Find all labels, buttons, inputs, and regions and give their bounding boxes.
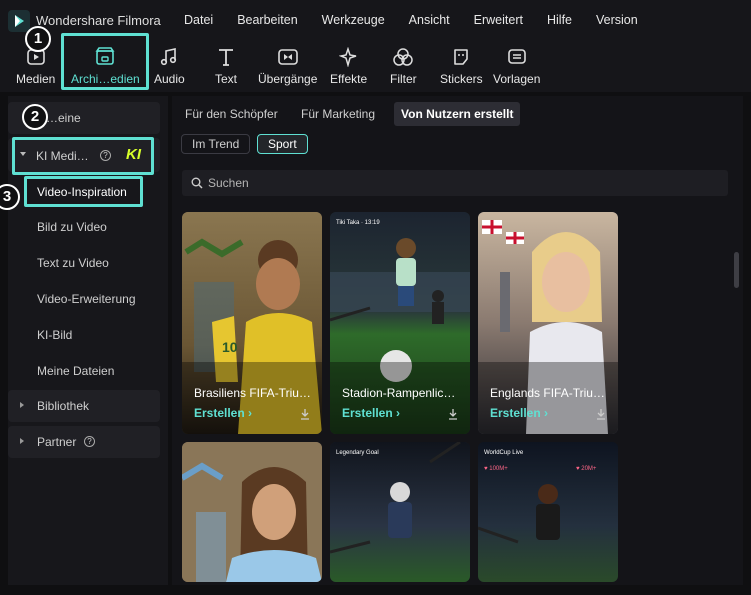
sidebar-item-label: Partner <box>37 435 77 449</box>
sidebar-item-partner[interactable]: Partner ? <box>8 426 160 458</box>
menu-werkzeuge[interactable]: Werkzeuge <box>322 13 385 27</box>
template-card[interactable]: Legendary Goal <box>330 442 470 582</box>
search-input[interactable] <box>208 170 708 196</box>
tool-label: Übergänge <box>258 72 318 86</box>
download-icon[interactable] <box>300 408 310 420</box>
search-bar <box>182 170 728 196</box>
tool-label: Text <box>215 72 238 86</box>
step-number-1: 1 <box>25 26 51 52</box>
menu-bar: Datei Bearbeiten Werkzeuge Ansicht Erwei… <box>184 13 662 27</box>
tool-effekte[interactable]: Effekte <box>330 46 367 90</box>
highlight-video-inspiration <box>24 176 143 207</box>
menu-datei[interactable]: Datei <box>184 13 213 27</box>
app-title: Wondershare Filmora <box>36 13 161 28</box>
tool-label: Vorlagen <box>493 72 541 86</box>
menu-ansicht[interactable]: Ansicht <box>409 13 450 27</box>
download-icon[interactable] <box>448 408 458 420</box>
card-thumbnail <box>478 212 618 434</box>
create-button[interactable]: Erstellen › <box>342 406 400 420</box>
step-number-2: 2 <box>22 104 48 130</box>
sidebar-item-label: …eine <box>46 111 81 125</box>
sidebar-item-video-erweiterung[interactable]: Video-Erweiterung <box>8 283 160 315</box>
sidebar-item-meine-dateien[interactable]: Meine Dateien <box>8 355 160 387</box>
card-title: Englands FIFA-Triu… <box>490 386 605 400</box>
template-card[interactable]: Englands FIFA-Triu… Erstellen › <box>478 212 618 434</box>
music-note-icon <box>158 46 180 68</box>
highlight-archiv-medien <box>61 33 149 90</box>
chevron-right-icon <box>20 402 24 408</box>
sidebar-item-text-zu-video[interactable]: Text zu Video <box>8 247 160 279</box>
tool-vorlagen[interactable]: Vorlagen <box>493 46 540 90</box>
chip-im-trend[interactable]: Im Trend <box>181 134 251 154</box>
tool-label: Audio <box>154 72 185 86</box>
svg-text:10: 10 <box>222 339 238 355</box>
search-icon <box>191 177 203 189</box>
filmora-logo-icon <box>8 10 30 32</box>
sidebar-item-label: Bild zu Video <box>37 220 107 234</box>
tab-von-nutzern-erstellt[interactable]: Von Nutzern erstellt <box>394 102 521 126</box>
tool-audio[interactable]: Audio <box>154 46 185 90</box>
template-card[interactable]: 10 Brasiliens FIFA-Triu… Erstellen › <box>182 212 322 434</box>
sidebar-item-ki-bild[interactable]: KI-Bild <box>8 319 160 351</box>
text-icon <box>215 46 237 68</box>
sidebar-item-bild-zu-video[interactable]: Bild zu Video <box>8 211 160 243</box>
sidebar-item-bibliothek[interactable]: Bibliothek <box>8 390 160 422</box>
card-thumbnail <box>182 442 322 582</box>
card-thumbnail: 10 <box>182 212 322 434</box>
transition-icon <box>277 46 299 68</box>
tool-label: Stickers <box>440 72 483 86</box>
chip-sport[interactable]: Sport <box>257 134 308 154</box>
menu-erweitert[interactable]: Erweitert <box>474 13 523 27</box>
sparkle-icon <box>338 46 360 68</box>
sidebar-item-label: Text zu Video <box>37 256 109 270</box>
card-title: Stadion-Rampenlic… <box>342 386 456 400</box>
highlight-ki-medien <box>12 137 154 175</box>
main-panel: Für den Schöpfer Für Marketing Von Nutze… <box>172 96 743 585</box>
svg-text:♥ 20M+: ♥ 20M+ <box>576 466 597 472</box>
card-thumbnail: Tiki Taka · 13:19 <box>330 212 470 434</box>
tool-filter[interactable]: Filter <box>390 46 417 90</box>
template-card[interactable] <box>182 442 322 582</box>
sticker-icon <box>450 46 472 68</box>
template-card[interactable]: WorldCup Live ♥ 100M+ ♥ 20M+ <box>478 442 618 582</box>
tab-fuer-marketing[interactable]: Für Marketing <box>294 102 382 126</box>
tab-fuer-den-schoepfer[interactable]: Für den Schöpfer <box>178 102 285 126</box>
menu-bearbeiten[interactable]: Bearbeiten <box>237 13 297 27</box>
sidebar-item-label: Video-Erweiterung <box>37 292 136 306</box>
create-button[interactable]: Erstellen › <box>490 406 548 420</box>
scrollbar-thumb[interactable] <box>734 252 739 288</box>
template-card[interactable]: Tiki Taka · 13:19 Stadion-Rampenlic… Ers… <box>330 212 470 434</box>
sidebar-item-label: Bibliothek <box>37 399 90 413</box>
sidebar-item-label: Meine Dateien <box>37 364 115 378</box>
card-title: Brasiliens FIFA-Triu… <box>194 386 311 400</box>
create-button[interactable]: Erstellen › <box>194 406 252 420</box>
card-overlay-text: Tiki Taka · 13:19 <box>336 220 380 226</box>
menu-version[interactable]: Version <box>596 13 638 27</box>
card-thumbnail: Legendary Goal <box>330 442 470 582</box>
help-icon[interactable]: ? <box>84 436 95 447</box>
tool-stickers[interactable]: Stickers <box>440 46 483 90</box>
sidebar-item-label: KI-Bild <box>37 328 73 342</box>
menu-hilfe[interactable]: Hilfe <box>547 13 572 27</box>
template-icon <box>506 46 528 68</box>
card-thumbnail: WorldCup Live ♥ 100M+ ♥ 20M+ <box>478 442 618 582</box>
tool-label: Filter <box>390 72 417 86</box>
filter-icon <box>392 46 414 68</box>
tool-label: Effekte <box>330 72 368 86</box>
tool-label: Medien <box>16 72 56 86</box>
svg-text:WorldCup Live: WorldCup Live <box>484 450 524 456</box>
chevron-right-icon <box>20 438 24 444</box>
svg-text:♥ 100M+: ♥ 100M+ <box>484 466 508 472</box>
tool-medien[interactable]: Medien <box>16 46 55 90</box>
svg-text:Legendary Goal: Legendary Goal <box>336 450 379 456</box>
tool-text[interactable]: Text <box>215 46 237 90</box>
download-icon[interactable] <box>596 408 606 420</box>
tool-uebergaenge[interactable]: Übergänge <box>258 46 317 90</box>
